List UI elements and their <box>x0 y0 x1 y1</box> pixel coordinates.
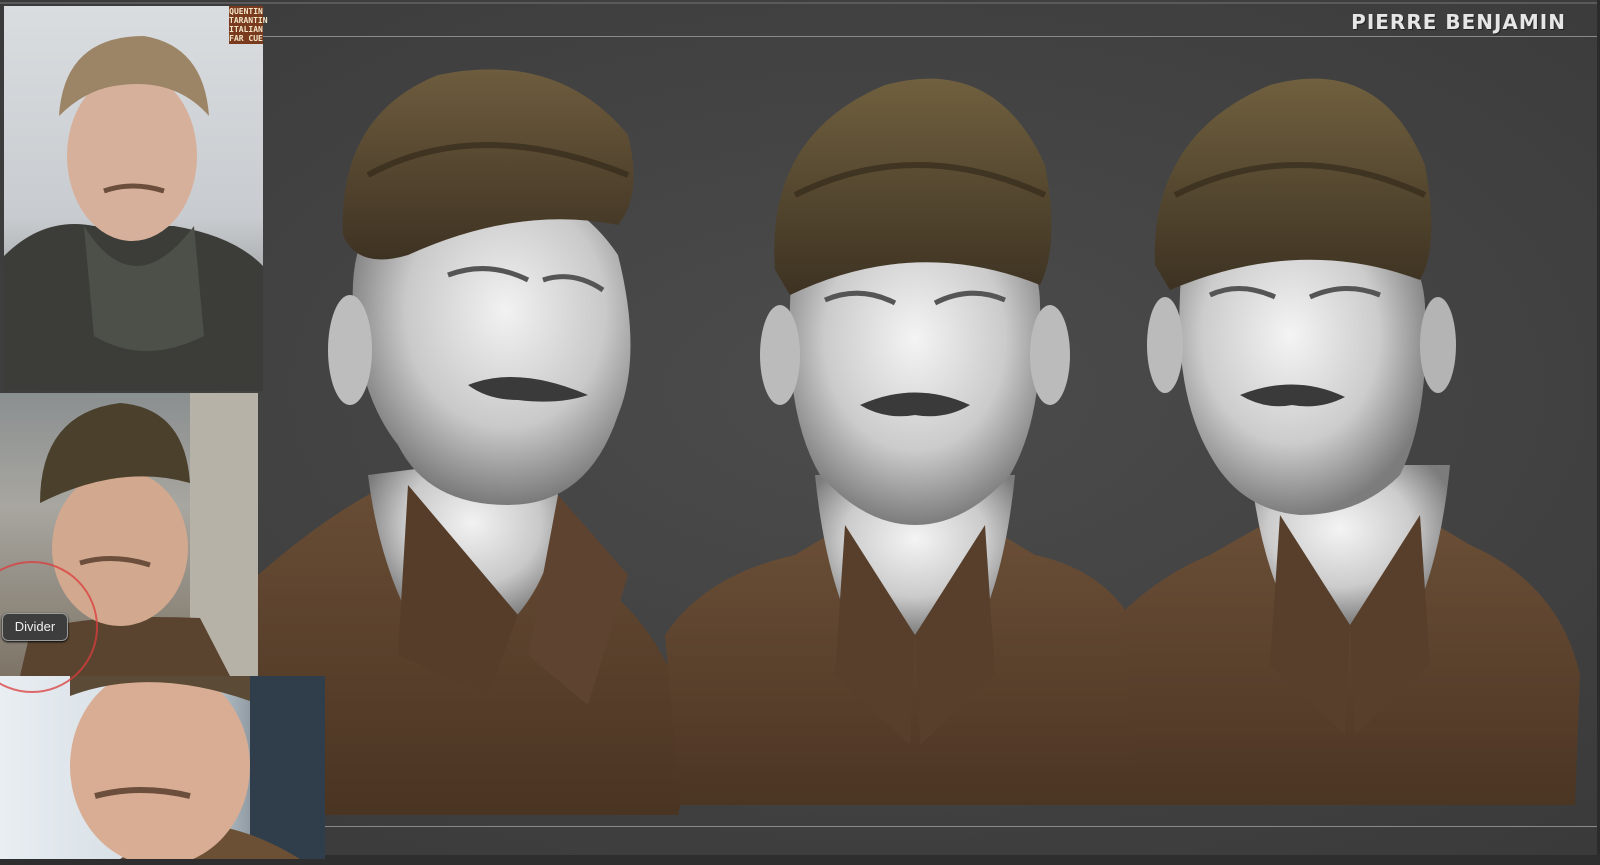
reference-photo-scarf <box>4 6 263 391</box>
movie-poster-fragment: QUENTIN TARANTIN ITALIAN FAR CUE <box>229 6 268 44</box>
bust-front-view[interactable] <box>665 55 1165 835</box>
divider-button[interactable]: Divider <box>2 613 68 641</box>
artist-name: PIERRE BENJAMIN <box>1351 10 1566 34</box>
reference-panel: QUENTIN TARANTIN ITALIAN FAR CUE <box>0 0 325 865</box>
bust-front-right-view[interactable] <box>1120 55 1600 835</box>
reference-photo-closeup <box>0 676 325 859</box>
viewport-frame-top <box>262 36 1600 37</box>
bust-three-quarter-view[interactable] <box>258 55 708 835</box>
